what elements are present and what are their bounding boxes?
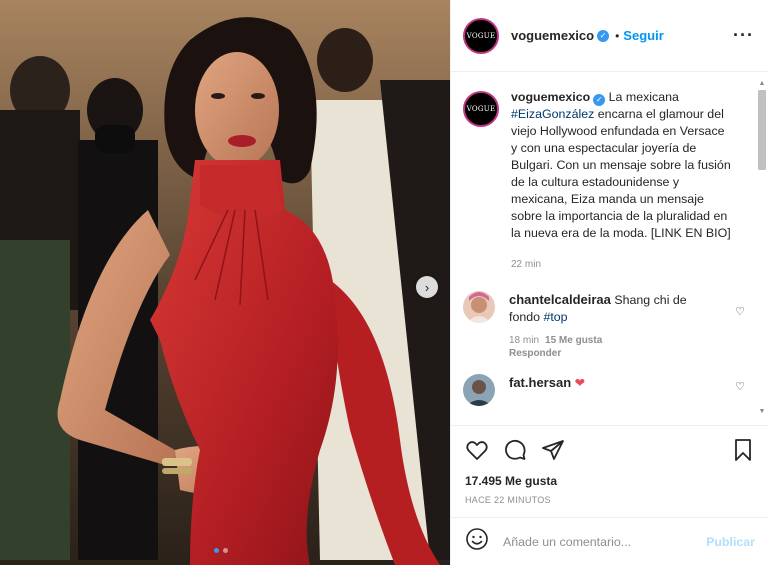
reply-button[interactable]: Responder bbox=[509, 348, 561, 359]
scroll-thumb[interactable] bbox=[758, 90, 766, 170]
caption-avatar[interactable]: VOGUE bbox=[463, 91, 499, 127]
red-heart-emoji: ❤ bbox=[574, 376, 585, 390]
carousel-dots bbox=[214, 548, 228, 553]
comment-input[interactable] bbox=[503, 534, 707, 549]
follow-button[interactable]: Seguir bbox=[623, 28, 663, 43]
caption-text-rest: encarna el glamour del viejo Hollywood e… bbox=[511, 107, 731, 240]
share-icon[interactable] bbox=[541, 438, 565, 467]
bookmark-icon[interactable] bbox=[731, 438, 755, 467]
avatar[interactable]: VOGUE bbox=[463, 17, 499, 54]
caption-body: voguemexico ✓ La mexicana #EizaGonzález e… bbox=[511, 89, 733, 273]
header-user: voguemexico ✓ • Seguir bbox=[511, 28, 664, 43]
chevron-right-icon: › bbox=[424, 279, 430, 295]
comment-avatar[interactable] bbox=[463, 374, 495, 406]
heart-icon[interactable]: ♡ bbox=[735, 305, 745, 318]
scroll-down-icon[interactable]: ▼ bbox=[758, 408, 766, 415]
post-panel: VOGUE voguemexico ✓ • Seguir ··· VOGUE v… bbox=[450, 0, 768, 565]
comment-likes[interactable]: 15 Me gusta bbox=[545, 335, 602, 346]
comment-username[interactable]: fat.hersan bbox=[509, 375, 571, 390]
caption: VOGUE voguemexico ✓ La mexicana #EizaGonz… bbox=[463, 89, 755, 273]
more-icon[interactable]: ··· bbox=[733, 25, 754, 46]
add-comment-bar: Publicar bbox=[451, 517, 768, 565]
post-header: VOGUE voguemexico ✓ • Seguir ··· bbox=[451, 0, 768, 72]
scroll-up-icon[interactable]: ▲ bbox=[758, 80, 766, 87]
comment-meta: 18 min 15 Me gusta Responder bbox=[509, 334, 709, 360]
caption-username[interactable]: voguemexico bbox=[511, 90, 590, 104]
avatar-logo-text: VOGUE bbox=[466, 31, 496, 40]
emoji-icon[interactable] bbox=[465, 527, 489, 556]
verified-icon: ✓ bbox=[593, 93, 606, 106]
photo-illustration bbox=[0, 0, 450, 565]
comment-item: chantelcaldeiraa Shang chi de fondo #top… bbox=[463, 291, 755, 360]
comment-body: chantelcaldeiraa Shang chi de fondo #top… bbox=[509, 291, 709, 360]
heart-icon[interactable] bbox=[465, 438, 489, 467]
header-separator: • bbox=[615, 28, 620, 43]
comment-icon[interactable] bbox=[503, 438, 527, 467]
comment-time: 18 min bbox=[509, 335, 540, 346]
caption-time[interactable]: 22 min bbox=[511, 256, 733, 273]
caption-text-start: La mexicana bbox=[605, 90, 679, 104]
comment-hashtag[interactable]: #top bbox=[543, 310, 567, 324]
avatar-logo-text: VOGUE bbox=[466, 105, 496, 113]
caption-hashtag[interactable]: #EizaGonzález bbox=[511, 107, 594, 121]
post-actions: 17.495 Me gusta HACE 22 MINUTOS bbox=[451, 425, 768, 517]
header-username[interactable]: voguemexico bbox=[511, 28, 594, 43]
likes-count[interactable]: 17.495 Me gusta bbox=[465, 474, 755, 488]
verified-icon: ✓ bbox=[597, 29, 610, 42]
post-photo[interactable]: › bbox=[0, 0, 450, 565]
carousel-dot bbox=[214, 548, 219, 553]
carousel-next-button[interactable]: › bbox=[416, 276, 438, 298]
post-timestamp[interactable]: HACE 22 MINUTOS bbox=[465, 495, 755, 505]
comment-username[interactable]: chantelcaldeiraa bbox=[509, 292, 611, 307]
publish-button[interactable]: Publicar bbox=[706, 535, 755, 549]
action-icons bbox=[465, 436, 755, 468]
scrollbar[interactable]: ▲ ▼ bbox=[758, 80, 766, 415]
comment-item: fat.hersan ❤ ♡ bbox=[463, 374, 755, 406]
comments-list[interactable]: VOGUE voguemexico ✓ La mexicana #EizaGonz… bbox=[451, 73, 768, 425]
carousel-dot bbox=[223, 548, 228, 553]
heart-icon[interactable]: ♡ bbox=[735, 380, 745, 393]
comment-avatar[interactable] bbox=[463, 291, 495, 323]
comment-body: fat.hersan ❤ bbox=[509, 374, 709, 406]
